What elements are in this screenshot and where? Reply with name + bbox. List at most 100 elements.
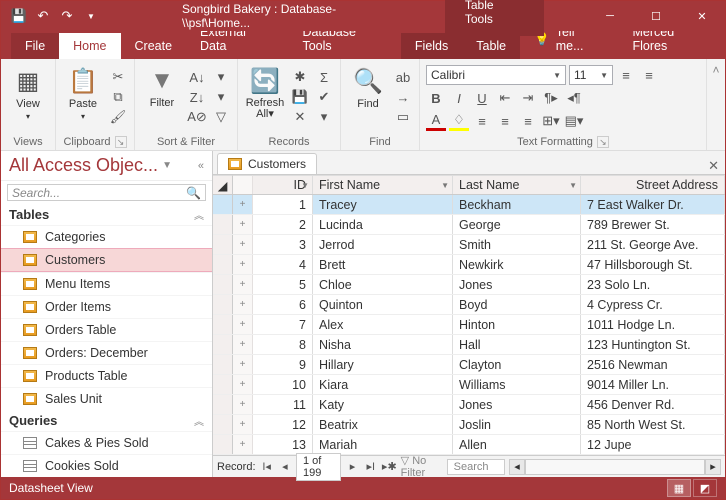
cell-last-name[interactable]: Beckham xyxy=(453,195,581,214)
cell-street-address[interactable]: 123 Huntington St. xyxy=(581,335,725,354)
cell-last-name[interactable]: Williams xyxy=(453,375,581,394)
cell-id[interactable]: 2 xyxy=(253,215,313,234)
nav-search-input[interactable]: Search... 🔍 xyxy=(7,184,206,201)
nav-item-order-items[interactable]: Order Items xyxy=(1,295,212,318)
nav-item-categories[interactable]: Categories xyxy=(1,225,212,248)
select-all-cell[interactable]: ◢ xyxy=(213,175,233,194)
cell-street-address[interactable]: 789 Brewer St. xyxy=(581,215,725,234)
cell-id[interactable]: 8 xyxy=(253,335,313,354)
row-selector[interactable] xyxy=(213,255,233,274)
cell-last-name[interactable]: Joslin xyxy=(453,415,581,434)
expand-row-button[interactable]: + xyxy=(233,195,253,214)
font-name-combo[interactable]: Calibri▼ xyxy=(426,65,566,85)
font-color-button[interactable]: A xyxy=(426,111,446,131)
cell-last-name[interactable]: Newkirk xyxy=(453,255,581,274)
table-row[interactable]: +5ChloeJones23 Solo Ln. xyxy=(213,275,725,295)
nav-group-tables[interactable]: Tables︽ xyxy=(1,204,212,225)
table-row[interactable]: +1TraceyBeckham7 East Walker Dr. xyxy=(213,195,725,215)
new-record-button[interactable]: ✱ xyxy=(290,67,310,87)
next-record-button[interactable]: ▸ xyxy=(345,460,359,473)
minimize-button[interactable]: ─ xyxy=(587,1,633,31)
sort-asc-button[interactable]: A↓ xyxy=(187,67,207,87)
cell-street-address[interactable]: 23 Solo Ln. xyxy=(581,275,725,294)
prev-record-button[interactable]: ◂ xyxy=(278,460,292,473)
format-painter-button[interactable]: 🖌 xyxy=(108,107,128,127)
expand-row-button[interactable]: + xyxy=(233,415,253,434)
datasheet-view-button[interactable]: ▦ xyxy=(667,479,691,497)
selection-filter-button[interactable]: ▾ xyxy=(211,67,231,87)
cell-first-name[interactable]: Brett xyxy=(313,255,453,274)
row-selector[interactable] xyxy=(213,315,233,334)
expand-row-button[interactable]: + xyxy=(233,355,253,374)
cell-first-name[interactable]: Nisha xyxy=(313,335,453,354)
cell-street-address[interactable]: 1011 Hodge Ln. xyxy=(581,315,725,334)
align-right-button[interactable]: ≡ xyxy=(518,111,538,131)
align-left-button[interactable]: ≡ xyxy=(472,111,492,131)
shutter-bar-icon[interactable]: « xyxy=(198,160,204,172)
increase-indent-button[interactable]: ⇥ xyxy=(518,88,538,108)
spelling-button[interactable]: ✔ xyxy=(314,87,334,107)
clipboard-dialog-launcher[interactable]: ↘ xyxy=(115,136,127,148)
qat-customize-icon[interactable]: ▼ xyxy=(81,6,101,26)
bullets-button[interactable]: ≡ xyxy=(616,65,636,85)
nav-item-customers[interactable]: Customers xyxy=(1,248,212,272)
cell-first-name[interactable]: Kiara xyxy=(313,375,453,394)
nav-item-orders-december[interactable]: Orders: December xyxy=(1,341,212,364)
row-selector[interactable] xyxy=(213,235,233,254)
expand-row-button[interactable]: + xyxy=(233,215,253,234)
toggle-filter-button[interactable]: ▽ xyxy=(211,107,231,127)
expand-row-button[interactable]: + xyxy=(233,375,253,394)
alt-row-color-button[interactable]: ▤▾ xyxy=(564,111,584,131)
collapse-ribbon-button[interactable]: ˄ xyxy=(707,59,725,150)
tab-file[interactable]: File xyxy=(11,33,59,59)
undo-icon[interactable]: ↶ xyxy=(33,6,53,26)
save-icon[interactable]: 💾 xyxy=(9,6,29,26)
delete-record-button[interactable]: ✕ xyxy=(290,107,310,127)
cell-last-name[interactable]: Jones xyxy=(453,275,581,294)
remove-sort-button[interactable]: A⊘ xyxy=(187,107,207,127)
filter-button[interactable]: ▼Filter xyxy=(141,61,183,109)
expand-row-button[interactable]: + xyxy=(233,315,253,334)
cell-last-name[interactable]: Hinton xyxy=(453,315,581,334)
chevron-down-icon[interactable]: ▼ xyxy=(569,181,577,190)
goto-button[interactable]: → xyxy=(393,87,413,107)
record-position[interactable]: 1 of 199 xyxy=(296,453,341,481)
filter-indicator[interactable]: ▽ No Filter xyxy=(401,454,443,479)
redo-icon[interactable]: ↷ xyxy=(57,6,77,26)
cell-street-address[interactable]: 456 Denver Rd. xyxy=(581,395,725,414)
nav-item-menu-items[interactable]: Menu Items xyxy=(1,272,212,295)
cell-first-name[interactable]: Hillary xyxy=(313,355,453,374)
row-selector[interactable] xyxy=(213,275,233,294)
cell-street-address[interactable]: 7 East Walker Dr. xyxy=(581,195,725,214)
table-row[interactable]: +2LucindaGeorge789 Brewer St. xyxy=(213,215,725,235)
cell-id[interactable]: 13 xyxy=(253,435,313,454)
table-row[interactable]: +7AlexHinton1011 Hodge Ln. xyxy=(213,315,725,335)
table-row[interactable]: +10KiaraWilliams9014 Miller Ln. xyxy=(213,375,725,395)
column-header-last-name[interactable]: Last Name▼ xyxy=(453,175,581,194)
cell-id[interactable]: 12 xyxy=(253,415,313,434)
expand-row-button[interactable]: + xyxy=(233,435,253,454)
cell-street-address[interactable]: 12 Jupe xyxy=(581,435,725,454)
row-selector[interactable] xyxy=(213,415,233,434)
table-row[interactable]: +4BrettNewkirk47 Hillsborough St. xyxy=(213,255,725,275)
underline-button[interactable]: U xyxy=(472,88,492,108)
last-record-button[interactable]: ▸I xyxy=(364,460,378,473)
expand-row-button[interactable]: + xyxy=(233,335,253,354)
cell-first-name[interactable]: Tracey xyxy=(313,195,453,214)
cut-button[interactable]: ✂ xyxy=(108,67,128,87)
cell-last-name[interactable]: Clayton xyxy=(453,355,581,374)
chevron-down-icon[interactable]: ▼ xyxy=(441,181,449,190)
table-row[interactable]: +12BeatrixJoslin85 North West St. xyxy=(213,415,725,435)
view-button[interactable]: ▦View▾ xyxy=(7,61,49,121)
nav-header[interactable]: All Access Objec... ▼ « xyxy=(1,151,212,181)
table-row[interactable]: +11KatyJones456 Denver Rd. xyxy=(213,395,725,415)
new-record-nav-button[interactable]: ▸✱ xyxy=(382,460,397,473)
row-selector[interactable] xyxy=(213,215,233,234)
expand-row-button[interactable]: + xyxy=(233,235,253,254)
row-selector[interactable] xyxy=(213,195,233,214)
cell-id[interactable]: 6 xyxy=(253,295,313,314)
object-tab-customers[interactable]: Customers xyxy=(217,153,317,174)
cell-street-address[interactable]: 211 St. George Ave. xyxy=(581,235,725,254)
copy-button[interactable]: ⧉ xyxy=(108,87,128,107)
fill-color-button[interactable]: ♢ xyxy=(449,111,469,131)
